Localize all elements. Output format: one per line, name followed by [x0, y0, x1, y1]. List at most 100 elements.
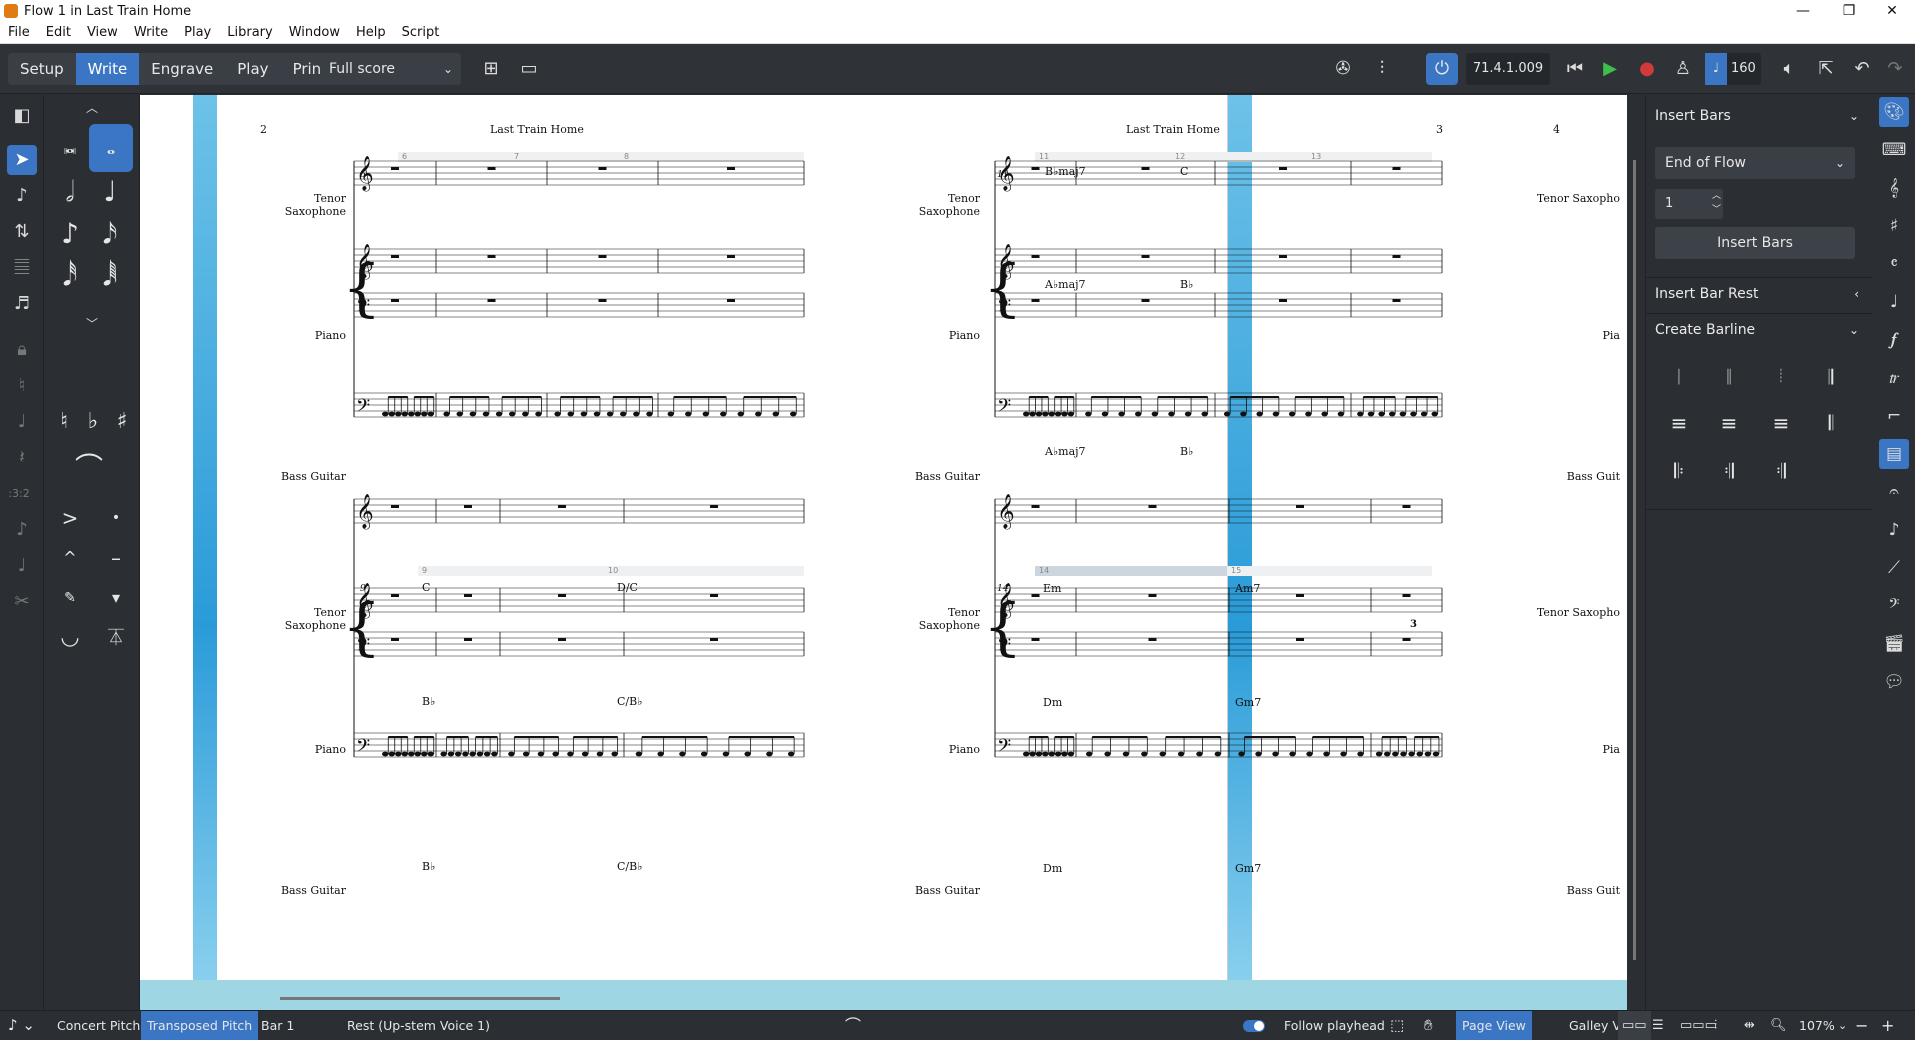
note-head[interactable] [382, 751, 389, 757]
whole-rest[interactable] [1402, 638, 1411, 641]
note-head[interactable] [535, 411, 542, 417]
note-head[interactable] [1196, 751, 1203, 757]
note-head[interactable] [1067, 411, 1075, 417]
score-canvas[interactable]: 2 Last Train Home Last Train Home 3 4 6 … [140, 95, 1627, 1010]
key-signature-icon[interactable]: ♯ [1879, 211, 1909, 241]
note-input-caret-icon[interactable]: ♪ ⌄ [8, 1011, 35, 1040]
note-head[interactable] [567, 411, 574, 417]
note-head[interactable] [427, 751, 434, 757]
note-head[interactable] [1288, 411, 1296, 417]
playing-techniques-icon[interactable]: 𝄢 [1879, 591, 1909, 621]
chevron-up-icon[interactable]: ︿ [77, 93, 107, 123]
thick-barline-icon[interactable]: 𝄃 [1816, 407, 1846, 439]
note-head[interactable] [1151, 411, 1159, 417]
note-head[interactable] [567, 751, 574, 757]
note-head[interactable] [1054, 751, 1062, 757]
note-head[interactable] [1431, 411, 1438, 417]
note-head[interactable] [469, 751, 476, 757]
note-head[interactable] [1054, 411, 1062, 417]
mode-write[interactable]: Write [75, 53, 140, 85]
stem-icon[interactable]: ♪ [7, 515, 37, 545]
fermata-icon[interactable]: ◡ [51, 619, 89, 657]
eighth-note-icon[interactable]: ♪ [51, 215, 89, 253]
whole-rest[interactable] [1031, 167, 1040, 170]
whole-rest[interactable] [464, 505, 472, 508]
note-head[interactable] [1410, 411, 1417, 417]
mixer-icon[interactable]: ⫶ [1369, 56, 1395, 82]
note-head[interactable] [508, 751, 515, 757]
note-input-icon[interactable]: ♪ [7, 181, 37, 211]
zoom-in-icon[interactable]: + [1881, 1011, 1894, 1040]
note-head[interactable] [1085, 751, 1093, 757]
whole-rest[interactable] [391, 167, 399, 170]
note-head[interactable] [482, 411, 490, 417]
whole-rest[interactable] [1279, 255, 1287, 258]
note-head[interactable] [483, 751, 491, 757]
note-head[interactable] [1306, 751, 1313, 757]
menu-view[interactable]: View [87, 25, 118, 40]
marcato-icon[interactable]: ^ [51, 539, 89, 577]
menu-file[interactable]: File [8, 25, 30, 40]
note-head[interactable] [1255, 751, 1262, 757]
vertical-scrollbar[interactable] [1633, 160, 1636, 960]
tuplet-icon[interactable]: :3:2 [4, 479, 34, 509]
undo-icon[interactable]: ↶ [1849, 56, 1875, 82]
note-head[interactable] [1424, 751, 1432, 757]
whole-rest[interactable] [727, 255, 735, 258]
note-head[interactable] [581, 751, 589, 757]
whole-rest[interactable] [1296, 638, 1304, 641]
note-head[interactable] [1104, 751, 1111, 757]
lines-icon[interactable]: ⟋ [1879, 553, 1909, 583]
dotted-barline-icon[interactable]: ≡ [1766, 407, 1796, 439]
scissors-icon[interactable]: ✂ [7, 587, 37, 617]
whole-rest[interactable] [391, 505, 399, 508]
double-barline-icon[interactable]: 𝄁 [1714, 361, 1744, 393]
note-head[interactable] [388, 411, 395, 417]
window-view-icon[interactable]: ▭ [516, 56, 542, 82]
menu-edit[interactable]: Edit [46, 25, 71, 40]
whole-rest[interactable] [598, 299, 607, 302]
note-head[interactable] [1214, 751, 1222, 757]
note-head[interactable] [685, 411, 692, 417]
note-head[interactable] [611, 751, 618, 757]
insert-position-select[interactable]: End of Flow ⌄ [1655, 147, 1855, 179]
note-head[interactable] [447, 751, 455, 757]
half-note-icon[interactable]: 𝅗𝅥 [51, 173, 89, 211]
pages-stack-icon[interactable]: ⫶ [1714, 1011, 1717, 1040]
note-head[interactable] [1061, 751, 1068, 757]
zoom-level[interactable]: 107% [1799, 1011, 1835, 1040]
mode-engrave[interactable]: Engrave [139, 53, 225, 85]
note-head[interactable] [1184, 411, 1192, 417]
note-head[interactable] [454, 751, 462, 757]
note-head[interactable] [720, 411, 727, 417]
note-head[interactable] [508, 411, 516, 417]
insert-mode-icon[interactable]: ⇅ [7, 217, 37, 247]
palette-icon[interactable]: 🎨︎ [1879, 97, 1909, 127]
note-head[interactable] [491, 751, 498, 757]
note-head[interactable] [1399, 411, 1407, 417]
end-repeat-icon[interactable]: 𝄇 [1714, 455, 1744, 487]
note-head[interactable] [1101, 411, 1109, 417]
wedge-icon[interactable]: ▾ [97, 579, 135, 617]
note-head[interactable] [421, 411, 428, 417]
note-head[interactable] [787, 751, 795, 757]
note-head[interactable] [388, 751, 395, 757]
repeat-ending-icon[interactable]: ⌐ [1879, 401, 1909, 431]
whole-rest[interactable] [1141, 255, 1150, 258]
note-head[interactable] [1323, 751, 1330, 757]
insert-bars-header[interactable]: Insert Bars ⌄ [1655, 103, 1863, 129]
sixteenth-note-icon[interactable]: 𝅘𝅥𝅯 [91, 215, 129, 253]
redo-icon[interactable]: ↷ [1882, 56, 1908, 82]
chord-mode-icon[interactable]: 𝄚 [7, 253, 37, 283]
note-head[interactable] [1159, 751, 1166, 757]
note-head[interactable] [401, 751, 408, 757]
note-head[interactable] [1042, 411, 1049, 417]
whole-rest[interactable] [391, 594, 399, 597]
whole-note-icon[interactable]: 𝅝 [89, 124, 133, 172]
note-head[interactable] [1223, 411, 1231, 417]
fit-icon[interactable]: ⇹ [1744, 1011, 1755, 1040]
single-barline-icon[interactable]: 𝄀 [1664, 361, 1694, 393]
whole-rest[interactable] [1148, 594, 1157, 597]
note-head[interactable] [1177, 751, 1185, 757]
whole-rest[interactable] [464, 594, 472, 597]
